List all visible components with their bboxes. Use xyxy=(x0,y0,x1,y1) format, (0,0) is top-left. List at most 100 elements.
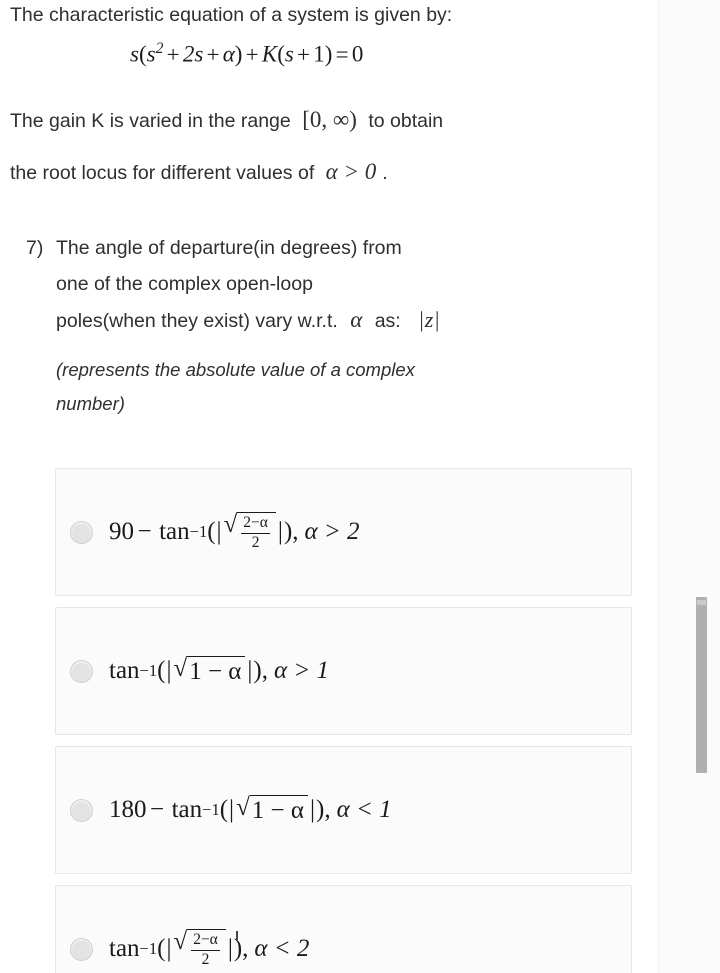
option-a-fraction: 2−α 2 xyxy=(239,515,272,551)
option-c-open-paren: ( xyxy=(219,796,229,823)
stem-line-3-text-a: the root locus for different values of xyxy=(10,162,315,184)
option-d-radical: √ 2−α 2 xyxy=(173,928,226,968)
question-as-label: as: xyxy=(374,310,401,332)
option-d-expression: tan −1(| √ 2−α 2 |), α < 2 xyxy=(109,929,309,968)
stem-line-1: The characteristic equation of a system … xyxy=(10,4,453,26)
characteristic-equation: s(s2 +2s + α) + K(s +1) = 0 xyxy=(10,40,650,68)
option-a[interactable]: 90 − tan −1(| √ 2−α 2 |), α > 2 xyxy=(55,468,632,596)
option-b-abs-open: | xyxy=(166,657,172,684)
option-c-abs-open: | xyxy=(229,796,235,823)
option-c-expression: 180 − tan −1(| √ 1 − α |), α < 1 xyxy=(109,795,392,825)
eq-two-s: 2s xyxy=(182,41,204,67)
radical-sign-icon: √ xyxy=(173,655,188,682)
quiz-page: The characteristic equation of a system … xyxy=(0,0,720,973)
option-d-open-paren: ( xyxy=(157,935,166,962)
option-d-fraction-denominator: 2 xyxy=(201,951,210,968)
eq-plus-1: + xyxy=(166,41,180,67)
option-a-fraction-denominator: 2 xyxy=(251,534,260,551)
question-block: 7) The angle of departure(in degrees) fr… xyxy=(26,230,646,421)
eq-one: 1 xyxy=(313,41,325,67)
radio-button-b[interactable] xyxy=(70,659,93,683)
option-a-radical: √ 2−α 2 xyxy=(224,512,276,551)
eq-s3: s xyxy=(284,41,294,67)
option-d-radicand: 2−α 2 xyxy=(187,929,226,968)
vertical-scrollbar-thumb[interactable] xyxy=(696,597,707,773)
question-text-line-3: poles(when they exist) vary w.r.t. α as:… xyxy=(56,302,596,339)
radical-sign-icon: √ xyxy=(223,511,238,539)
stem-line-2-text-b: to obtain xyxy=(368,110,444,132)
eq-s2: s xyxy=(146,41,156,67)
option-a-abs-close: | xyxy=(277,518,283,545)
option-c-radicand: 1 − α xyxy=(249,795,308,825)
option-b-close-paren: ) xyxy=(253,657,262,684)
question-line-2: one of the complex open-loop xyxy=(26,266,646,302)
scrollbar-grip-icon xyxy=(697,600,706,605)
stem-line-2: The gain K is varied in the range [0, ∞)… xyxy=(10,108,650,132)
option-b-function-exponent: −1 xyxy=(139,661,158,680)
option-d[interactable]: tan −1(| √ 2−α 2 |), α < 2 xyxy=(55,885,632,973)
stem-line-3-period: . xyxy=(382,162,388,184)
eq-K: K xyxy=(261,41,278,67)
option-b-radicand: 1 − α xyxy=(187,656,246,686)
option-b-function: tan xyxy=(109,657,140,684)
option-a-condition: α > 2 xyxy=(304,518,360,545)
eq-plus-4: + xyxy=(297,41,311,67)
option-a-prefix: 90 xyxy=(109,518,134,545)
gain-range-interval: [0, ∞) xyxy=(302,107,357,132)
option-c[interactable]: 180 − tan −1(| √ 1 − α |), α < 1 xyxy=(55,746,632,874)
vertical-scrollbar-track[interactable] xyxy=(696,0,714,973)
option-a-fraction-numerator: 2−α xyxy=(241,515,270,534)
abs-z-symbol: |z| xyxy=(418,307,441,332)
option-d-fraction: 2−α 2 xyxy=(189,932,222,968)
options-list: 90 − tan −1(| √ 2−α 2 |), α > 2 tan −1(| √ 1 − α… xyxy=(55,468,632,973)
radical-sign-icon: √ xyxy=(173,928,188,956)
question-note-line-1: (represents the absolute value of a comp… xyxy=(56,359,415,380)
option-a-function: tan xyxy=(159,518,190,545)
option-c-close-paren: ) xyxy=(316,796,325,823)
option-a-radicand: 2−α 2 xyxy=(237,512,276,551)
option-c-function: tan xyxy=(171,796,203,823)
option-b-open-paren: ( xyxy=(157,657,166,684)
question-note-line-2: number) xyxy=(56,393,125,414)
eq-zero: 0 xyxy=(351,41,364,67)
option-a-function-exponent: −1 xyxy=(189,522,208,541)
option-b-abs-close: | xyxy=(247,657,253,684)
option-b[interactable]: tan −1(| √ 1 − α |), α > 1 xyxy=(55,607,632,735)
option-d-abs-close: | xyxy=(227,935,233,962)
eq-plus-3: + xyxy=(245,41,259,67)
option-a-expression: 90 − tan −1(| √ 2−α 2 |), α > 2 xyxy=(109,512,360,551)
radical-sign-icon: √ xyxy=(236,794,250,821)
option-c-prefix: 180 xyxy=(109,796,147,823)
option-c-function-exponent: −1 xyxy=(202,800,220,819)
question-number: 7) xyxy=(26,237,44,259)
stem-line-2-text-a: The gain K is varied in the range xyxy=(10,110,291,132)
question-stem: The characteristic equation of a system … xyxy=(10,4,650,26)
option-c-condition: α < 1 xyxy=(336,796,392,823)
question-text-line-2: one of the complex open-loop xyxy=(56,273,313,295)
question-alpha-symbol: α xyxy=(350,307,363,332)
option-a-open-paren: ( xyxy=(207,518,216,545)
eq-s1: s xyxy=(130,41,139,67)
radio-button-c[interactable] xyxy=(70,798,93,822)
option-a-minus: − xyxy=(137,518,152,545)
text-cursor xyxy=(236,931,238,940)
option-c-minus: − xyxy=(150,796,165,823)
alpha-condition: α > 0 xyxy=(325,159,377,184)
option-d-fraction-numerator: 2−α xyxy=(191,932,220,951)
eq-open-paren-1: ( xyxy=(138,41,147,67)
radio-button-d[interactable] xyxy=(70,937,93,961)
option-a-close-paren: ) xyxy=(283,518,293,545)
stem-line-2-wrap: The gain K is varied in the range [0, ∞)… xyxy=(10,108,650,132)
option-d-function: tan xyxy=(109,935,140,962)
option-d-abs-open: | xyxy=(166,935,172,962)
option-a-abs-open: | xyxy=(216,518,222,545)
stem-line-3-wrap: the root locus for different values of α… xyxy=(10,160,650,184)
question-line-1: 7) The angle of departure(in degrees) fr… xyxy=(26,230,646,266)
question-text-line-1: The angle of departure(in degrees) from xyxy=(56,237,402,259)
question-text-line-3-text: poles(when they exist) vary w.r.t. xyxy=(56,310,338,332)
radio-button-a[interactable] xyxy=(70,520,93,544)
option-c-radical: √ 1 − α xyxy=(236,795,308,825)
option-b-radical: √ 1 − α xyxy=(173,655,246,686)
eq-plus-2: + xyxy=(206,41,220,67)
option-b-condition: α > 1 xyxy=(273,657,329,684)
